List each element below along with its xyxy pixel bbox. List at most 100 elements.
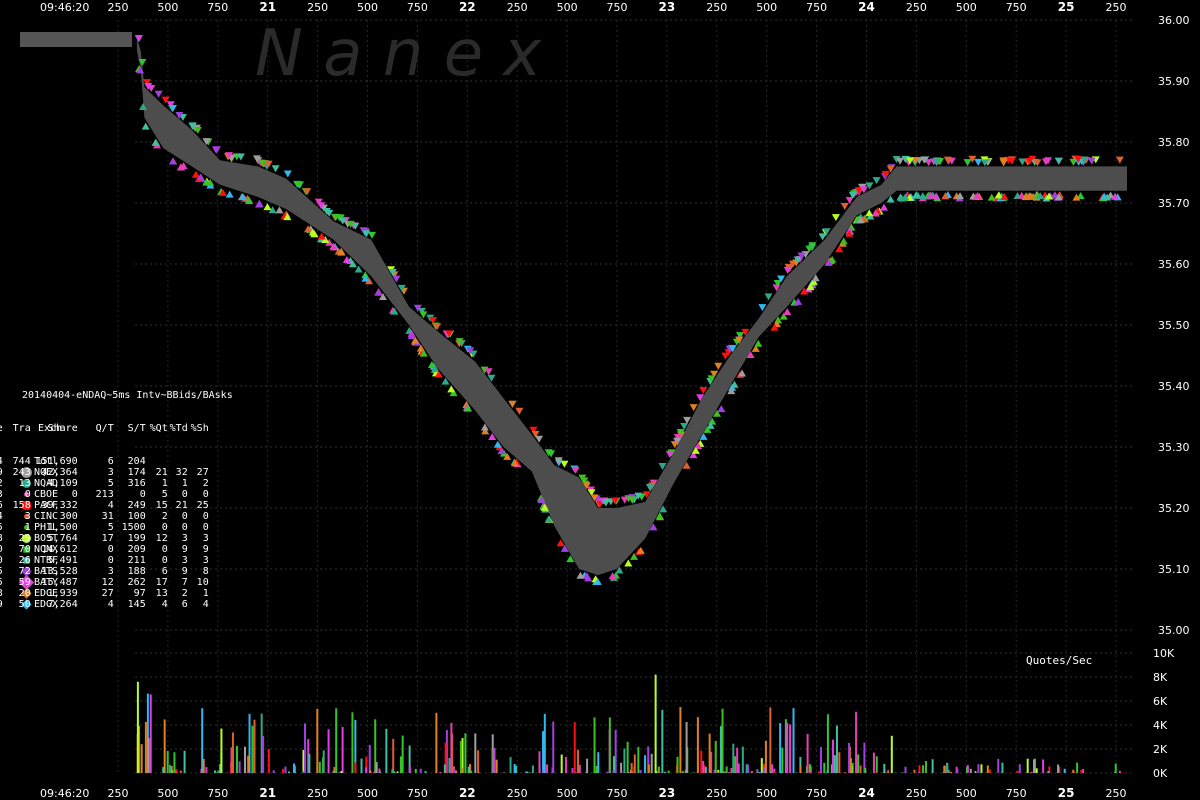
legend-cell-quote: 4,034 bbox=[0, 456, 3, 467]
volume-bar bbox=[573, 722, 576, 773]
volume-bar bbox=[173, 752, 176, 773]
legend-column-header: %Sh bbox=[190, 423, 209, 434]
legend-cell-psh: 10 bbox=[196, 577, 209, 588]
volume-bar bbox=[725, 766, 728, 773]
volume-bar bbox=[340, 770, 343, 773]
volume-bar bbox=[179, 770, 182, 773]
volume-bar bbox=[924, 761, 927, 773]
volume-bar bbox=[513, 764, 516, 773]
volume-bar bbox=[741, 746, 744, 773]
legend-cell-share: 1,939 bbox=[47, 588, 78, 599]
volume-bar bbox=[732, 743, 735, 773]
bid-quote-marker bbox=[717, 405, 726, 413]
legend-column-header: Quote bbox=[0, 423, 3, 434]
volume-bar bbox=[144, 721, 147, 773]
ask-quote-marker bbox=[168, 105, 177, 113]
x-tick-label: 500 bbox=[157, 787, 178, 800]
volume-bar bbox=[392, 738, 395, 773]
x-tick-label: 250 bbox=[906, 1, 927, 14]
legend-cell-st: 100 bbox=[127, 511, 146, 522]
legend-cell-pqt: 15 bbox=[155, 500, 168, 511]
volume-bar bbox=[495, 759, 498, 773]
volume-bar bbox=[736, 747, 739, 773]
legend-cell-ptd: 21 bbox=[175, 500, 188, 511]
bid-quote-marker bbox=[624, 559, 633, 567]
legend-row: Totl4,034744151,6906204 bbox=[0, 456, 233, 467]
volume-bar bbox=[338, 772, 341, 773]
volume-bar bbox=[637, 746, 640, 773]
volume-bar bbox=[849, 758, 852, 773]
legend-cell-psh: 0 bbox=[202, 511, 209, 522]
volume-bar bbox=[626, 741, 629, 773]
legend-header: ExchQuoteTraShareQ/TS/T%Qt%Td%Sh bbox=[0, 423, 233, 434]
legend-cell-share: 13,528 bbox=[41, 566, 78, 577]
volume-bar bbox=[439, 771, 442, 773]
volume-bar bbox=[764, 740, 767, 773]
volume-bar bbox=[750, 771, 753, 773]
ask-quote-marker bbox=[283, 170, 292, 178]
ask-quote-marker bbox=[571, 466, 580, 474]
x-tick-label: 250 bbox=[906, 787, 927, 800]
volume-bar bbox=[848, 743, 851, 773]
volume-tick-label: 2K bbox=[1153, 743, 1168, 756]
volume-bar bbox=[872, 752, 875, 773]
legend-cell-share: 14,612 bbox=[41, 544, 78, 555]
volume-bar bbox=[231, 732, 234, 773]
volume-bar bbox=[214, 770, 217, 773]
legend-cell-qt: 3 bbox=[107, 566, 114, 577]
legend-column-header: %Td bbox=[169, 423, 188, 434]
volume-bar bbox=[835, 725, 838, 773]
volume-bar bbox=[450, 722, 453, 773]
volume-bar bbox=[663, 771, 666, 773]
volume-bar bbox=[170, 765, 173, 773]
bid-quote-marker bbox=[225, 190, 234, 198]
volume-bar bbox=[789, 724, 792, 773]
volume-bar bbox=[890, 735, 893, 773]
volume-bar bbox=[1042, 759, 1045, 773]
volume-bar bbox=[453, 768, 456, 773]
volume-bar bbox=[1026, 758, 1029, 773]
x-time-label-bottom: 09:46:20 bbox=[40, 787, 89, 800]
volume-bar bbox=[806, 733, 809, 773]
x-time-label-top: 09:46:20 bbox=[40, 1, 89, 14]
legend-cell-share: 15,487 bbox=[41, 577, 78, 588]
bid-quote-marker bbox=[374, 288, 383, 296]
legend-cell-share: 151,690 bbox=[35, 456, 78, 467]
volume-bar bbox=[647, 764, 650, 773]
x-tick-label: 500 bbox=[357, 1, 378, 14]
volume-bar bbox=[1047, 771, 1050, 773]
legend-cell-ptd: 3 bbox=[181, 533, 188, 544]
legend-column-header: S/T bbox=[127, 423, 146, 434]
volume-bar bbox=[220, 728, 223, 773]
volume-bar bbox=[717, 771, 720, 773]
volume-bar bbox=[205, 767, 208, 773]
volume-bar bbox=[272, 770, 275, 773]
volume-bar bbox=[368, 744, 371, 773]
x-tick-label: 500 bbox=[557, 787, 578, 800]
legend-cell-exch: CBOE bbox=[34, 489, 59, 500]
legend-cell-tra: 0 bbox=[24, 489, 31, 500]
legend-row: PACF62615839,3324249152125 bbox=[0, 500, 233, 511]
volume-bar bbox=[667, 770, 670, 773]
legend-cell-psh: 27 bbox=[196, 467, 209, 478]
legend-row: PHIL511,50051500000 bbox=[0, 522, 233, 533]
legend-cell-quote: 0 bbox=[0, 544, 3, 555]
legend-cell-tra: 3 bbox=[24, 511, 31, 522]
legend-cell-psh: 3 bbox=[202, 555, 209, 566]
legend-cell-exch: CINC bbox=[34, 511, 59, 522]
legend-cell-pqt: 17 bbox=[155, 577, 168, 588]
volume-bar bbox=[455, 770, 458, 773]
volume-bar bbox=[1118, 770, 1121, 773]
volume-bar bbox=[1057, 764, 1060, 773]
volume-bar bbox=[235, 745, 238, 773]
legend-cell-st: 262 bbox=[127, 577, 146, 588]
legend-rows: Totl4,034744151,6906204NQEX84924342,3643… bbox=[0, 456, 233, 610]
legend-cell-qt: 213 bbox=[95, 489, 114, 500]
volume-bar bbox=[163, 719, 166, 773]
x-tick-label: 500 bbox=[357, 787, 378, 800]
volume-bar bbox=[692, 772, 695, 773]
volume-bar bbox=[763, 766, 766, 773]
x-tick-label: 500 bbox=[756, 787, 777, 800]
volume-bar bbox=[704, 766, 707, 773]
legend-cell-share: 4,109 bbox=[47, 478, 78, 489]
